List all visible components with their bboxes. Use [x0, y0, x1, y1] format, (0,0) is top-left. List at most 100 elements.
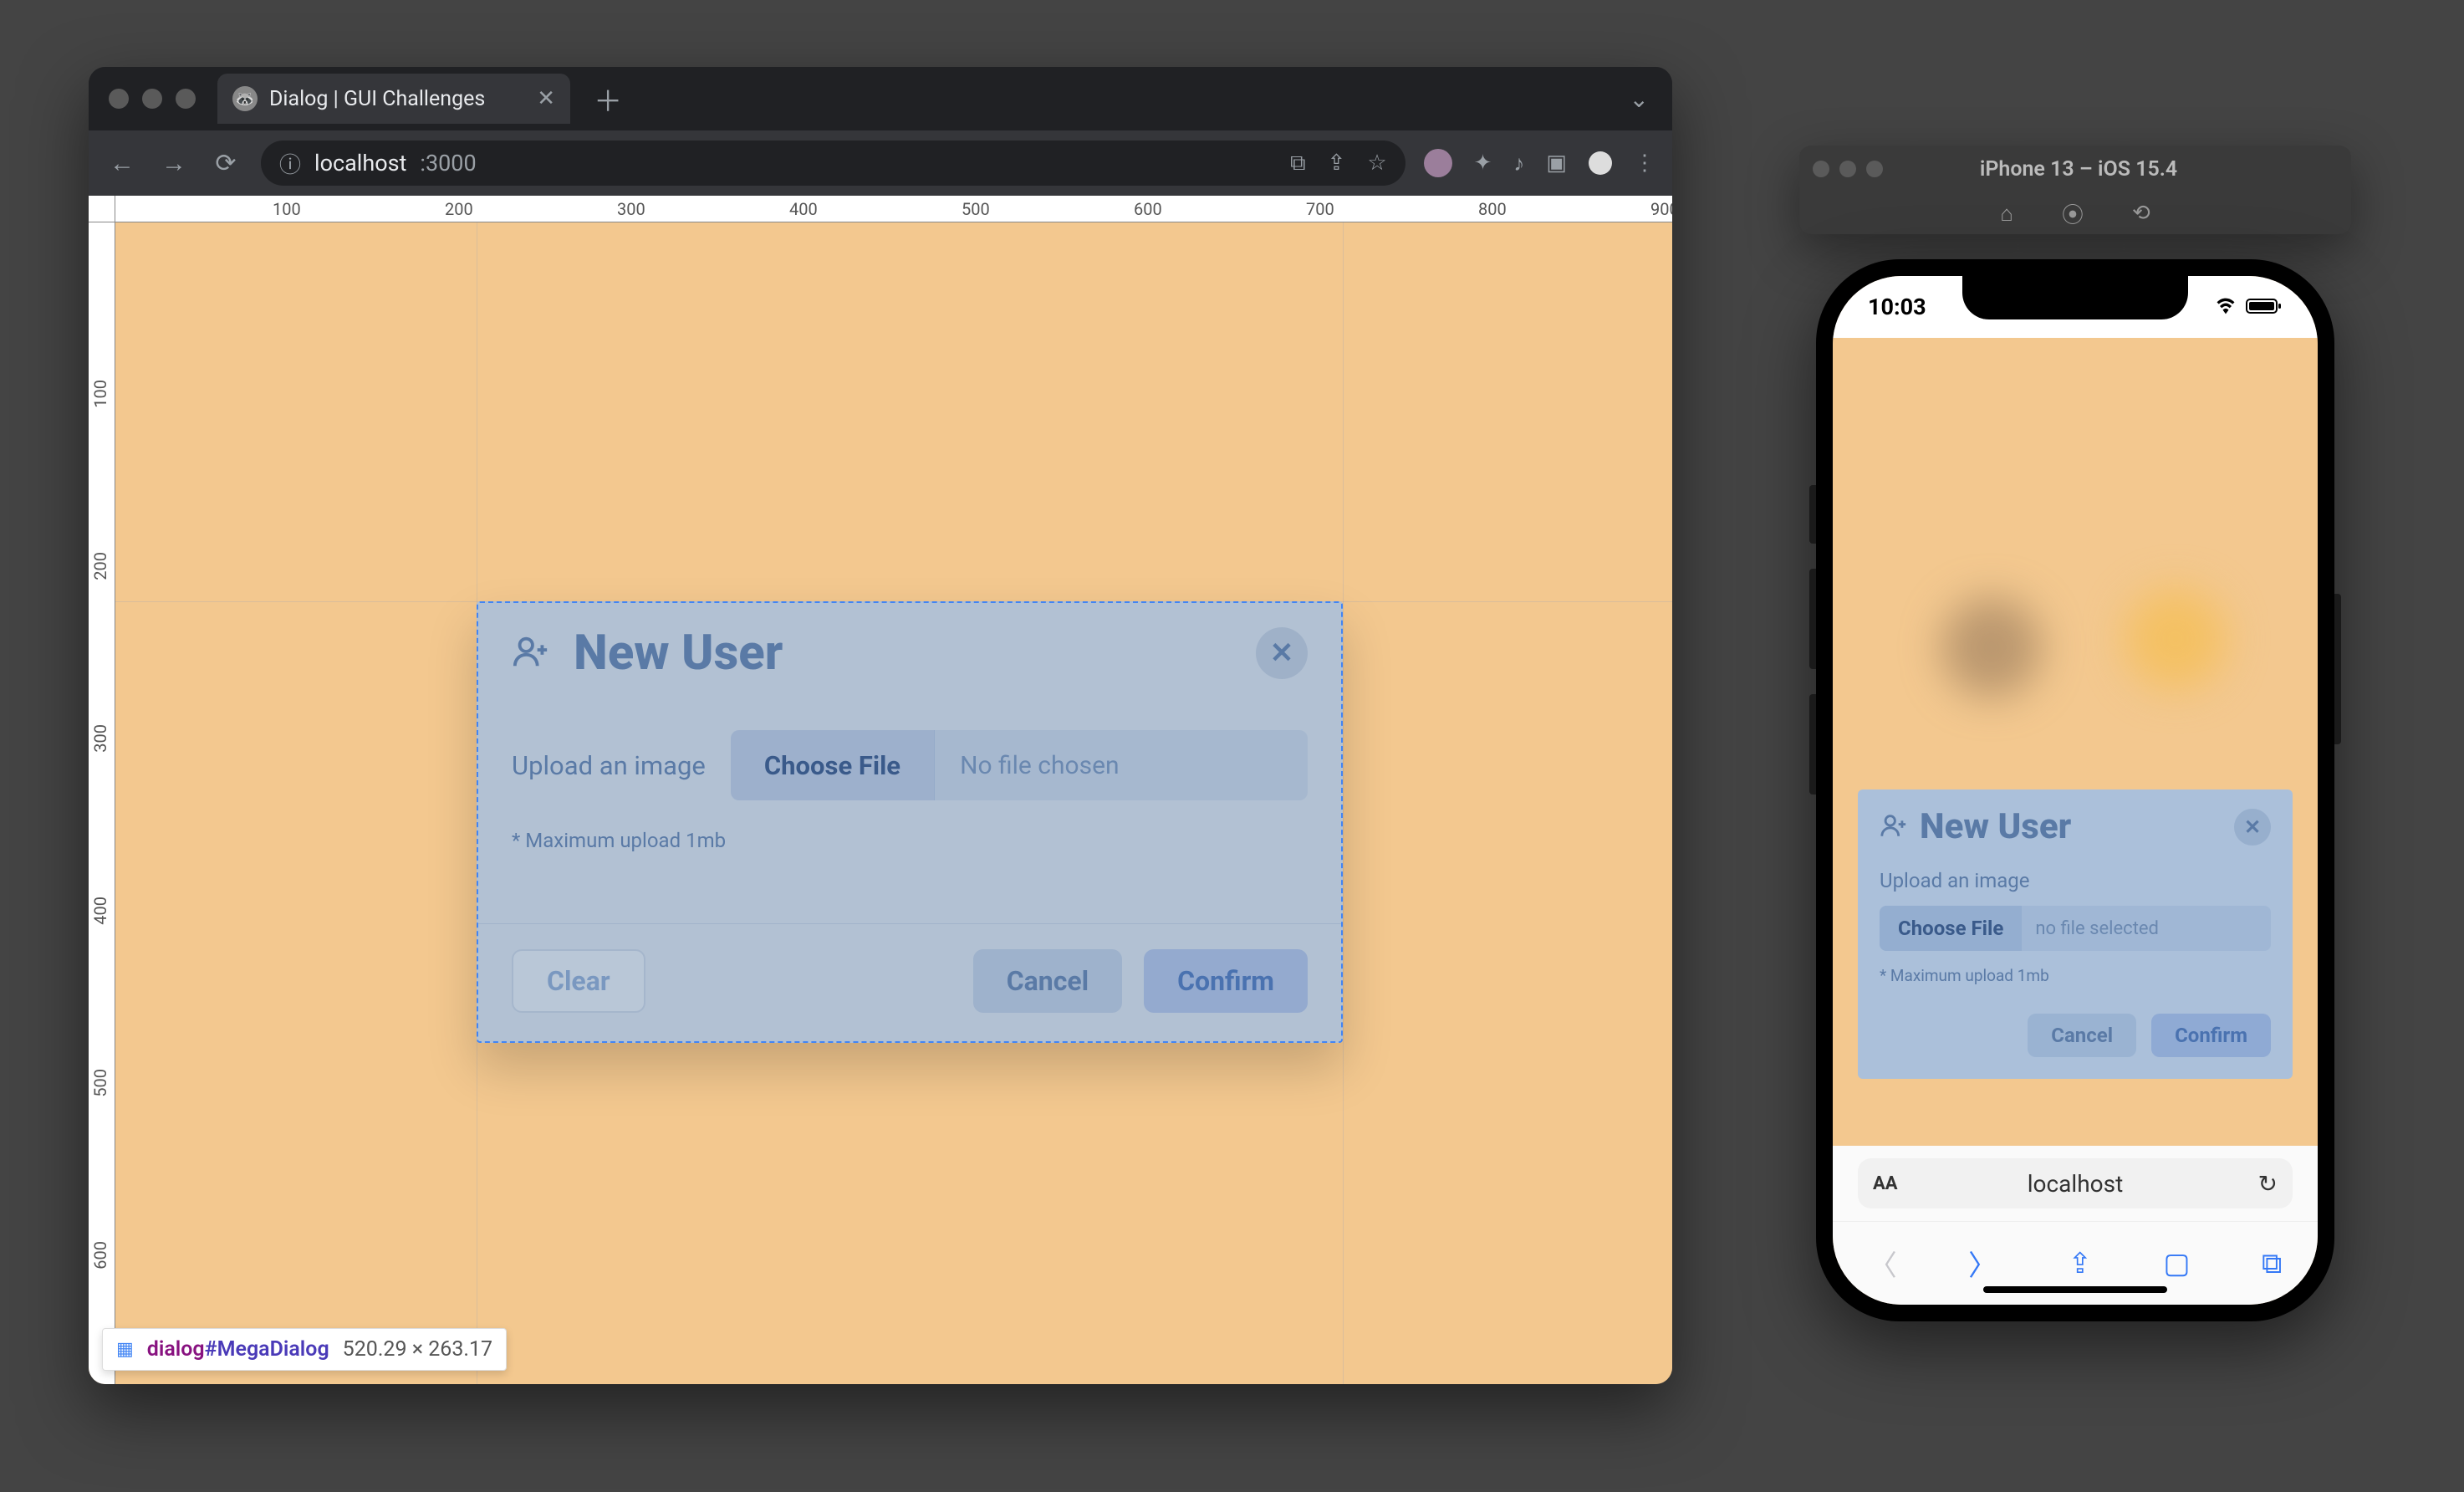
file-input[interactable]: Choose File No file chosen: [731, 730, 1308, 800]
ruler-tick: 100: [90, 380, 110, 408]
profile-avatar-icon[interactable]: [1589, 151, 1612, 175]
share-icon[interactable]: ⇪: [1328, 151, 1346, 176]
blurred-element: [1941, 597, 2042, 697]
upload-hint: * Maximum upload 1mb: [512, 829, 1308, 852]
sim-rotate-icon[interactable]: ⟲: [2132, 201, 2150, 226]
safari-tabs-icon[interactable]: ⧉: [2262, 1247, 2282, 1280]
traffic-light-minimize[interactable]: [1839, 161, 1856, 177]
devtag-dimensions: 520.29 × 263.17: [343, 1337, 492, 1362]
safari-url-text: localhost: [2028, 1170, 2123, 1198]
status-time: 10:03: [1868, 294, 1926, 320]
devtag-id: #MegaDialog: [205, 1337, 329, 1362]
page-canvas: New User ✕ Upload an image Choose File N…: [115, 222, 1672, 1384]
safari-url-field[interactable]: AA localhost ↻: [1858, 1158, 2293, 1208]
ruler-tick: 600: [90, 1241, 110, 1270]
extension-icon[interactable]: [1424, 149, 1452, 177]
panel-icon[interactable]: ▣: [1546, 151, 1567, 176]
upload-label: Upload an image: [512, 750, 706, 781]
mobile-file-input[interactable]: Choose File no file selected: [1880, 906, 2271, 951]
chrome-toolbar: ← → ⟳ ⓘ localhost :3000 ⧉ ⇪ ☆ ✦ ♪ ▣ ⋮: [89, 130, 1672, 196]
iphone-device: 10:03 New User ✕: [1816, 259, 2334, 1321]
ruler-tick: 400: [90, 897, 110, 925]
cancel-button[interactable]: Cancel: [973, 949, 1122, 1013]
ruler-tick: 400: [789, 199, 818, 219]
ruler-tick: 300: [90, 724, 110, 753]
mobile-file-status-text: no file selected: [2022, 906, 2271, 951]
traffic-light-close[interactable]: [109, 89, 129, 109]
reload-icon[interactable]: ⟳: [209, 149, 242, 178]
mega-dialog: New User ✕ Upload an image Choose File N…: [478, 603, 1341, 1041]
reader-aa-icon[interactable]: AA: [1873, 1173, 1898, 1194]
traffic-light-minimize[interactable]: [142, 89, 162, 109]
notch: [1962, 276, 2188, 319]
address-bar-actions: ⧉ ⇪ ☆: [1290, 151, 1387, 176]
traffic-light-zoom[interactable]: [1866, 161, 1883, 177]
phone-side-button: [2334, 594, 2341, 744]
dialog-title: New User: [574, 625, 783, 682]
wifi-icon: [2214, 294, 2237, 320]
add-user-icon: [1880, 811, 1908, 843]
devtools-viewport: 100 200 300 400 500 600 700 800 900 100 …: [89, 196, 1672, 1384]
ruler-corner: [89, 196, 115, 222]
ruler-horizontal: 100 200 300 400 500 600 700 800 900: [115, 196, 1672, 222]
grid-icon: ▦: [116, 1339, 134, 1360]
mobile-page: New User ✕ Upload an image Choose File n…: [1833, 338, 2318, 1146]
inspected-element-overlay: New User ✕ Upload an image Choose File N…: [477, 601, 1343, 1043]
browser-tab[interactable]: 🦝 Dialog | GUI Challenges ✕: [217, 74, 570, 124]
mobile-dialog-footer: Cancel Confirm: [1880, 1014, 2271, 1057]
devtools-element-tag: ▦ dialog#MegaDialog 520.29 × 263.17: [102, 1328, 507, 1371]
forward-icon[interactable]: →: [157, 149, 191, 178]
ruler-tick: 300: [617, 199, 645, 219]
chrome-window: 🦝 Dialog | GUI Challenges ✕ ＋ ⌄ ← → ⟳ ⓘ …: [89, 67, 1672, 1384]
tabs-dropdown-icon[interactable]: ⌄: [1630, 85, 1649, 113]
safari-reload-icon[interactable]: ↻: [2258, 1170, 2278, 1198]
mobile-confirm-button[interactable]: Confirm: [2151, 1014, 2271, 1057]
home-indicator[interactable]: [1983, 1286, 2167, 1293]
kebab-menu-icon[interactable]: ⋮: [1634, 151, 1655, 176]
mobile-choose-file-button[interactable]: Choose File: [1880, 906, 2022, 951]
battery-icon: [2246, 294, 2283, 320]
media-icon[interactable]: ♪: [1513, 151, 1524, 176]
phone-side-button: [1809, 569, 1816, 669]
open-external-icon[interactable]: ⧉: [1290, 151, 1306, 176]
upload-row: Upload an image Choose File No file chos…: [512, 730, 1308, 800]
blurred-element: [2125, 589, 2226, 689]
sim-traffic-lights: [1813, 161, 1883, 177]
confirm-button[interactable]: Confirm: [1144, 949, 1308, 1013]
traffic-lights: [89, 89, 196, 109]
traffic-light-zoom[interactable]: [176, 89, 196, 109]
tab-close-icon[interactable]: ✕: [537, 86, 555, 111]
dialog-close-button[interactable]: ✕: [1256, 627, 1308, 679]
safari-bookmarks-icon[interactable]: ▢: [2163, 1247, 2190, 1280]
safari-forward-icon[interactable]: 〉: [1968, 1243, 1997, 1284]
mobile-mega-dialog: New User ✕ Upload an image Choose File n…: [1858, 789, 2293, 1079]
mobile-dialog-close-button[interactable]: ✕: [2234, 809, 2271, 846]
traffic-light-close[interactable]: [1813, 161, 1829, 177]
ruler-tick: 800: [1478, 199, 1507, 219]
ruler-tick: 200: [445, 199, 473, 219]
phone-side-button: [1809, 485, 1816, 544]
clear-button[interactable]: Clear: [512, 949, 645, 1013]
new-tab-button[interactable]: ＋: [594, 79, 622, 120]
extensions-puzzle-icon[interactable]: ✦: [1474, 151, 1492, 176]
toolbar-extensions: ✦ ♪ ▣ ⋮: [1424, 149, 1655, 177]
bookmark-icon[interactable]: ☆: [1367, 151, 1386, 176]
safari-back-icon[interactable]: 〈: [1869, 1243, 1897, 1284]
safari-share-icon[interactable]: ⇪: [2069, 1247, 2093, 1280]
back-icon[interactable]: ←: [105, 149, 139, 178]
add-user-icon: [512, 632, 550, 674]
sim-home-icon[interactable]: ⌂: [2000, 201, 2013, 227]
url-host: localhost: [314, 150, 406, 176]
address-bar[interactable]: ⓘ localhost :3000 ⧉ ⇪ ☆: [261, 141, 1405, 186]
url-port: :3000: [420, 150, 476, 176]
mobile-dialog-header: New User ✕: [1880, 806, 2271, 847]
iphone-screen: 10:03 New User ✕: [1833, 276, 2318, 1305]
ruler-vertical: 100 200 300 400 500 600: [89, 222, 115, 1384]
mobile-cancel-button[interactable]: Cancel: [2028, 1014, 2136, 1057]
close-icon: ✕: [1270, 636, 1294, 670]
sim-screenshot-icon[interactable]: ⦿: [2062, 198, 2084, 229]
devtag-element: dialog: [147, 1337, 205, 1362]
site-info-icon[interactable]: ⓘ: [279, 148, 301, 179]
choose-file-button[interactable]: Choose File: [731, 730, 935, 800]
ruler-tick: 700: [1306, 199, 1334, 219]
